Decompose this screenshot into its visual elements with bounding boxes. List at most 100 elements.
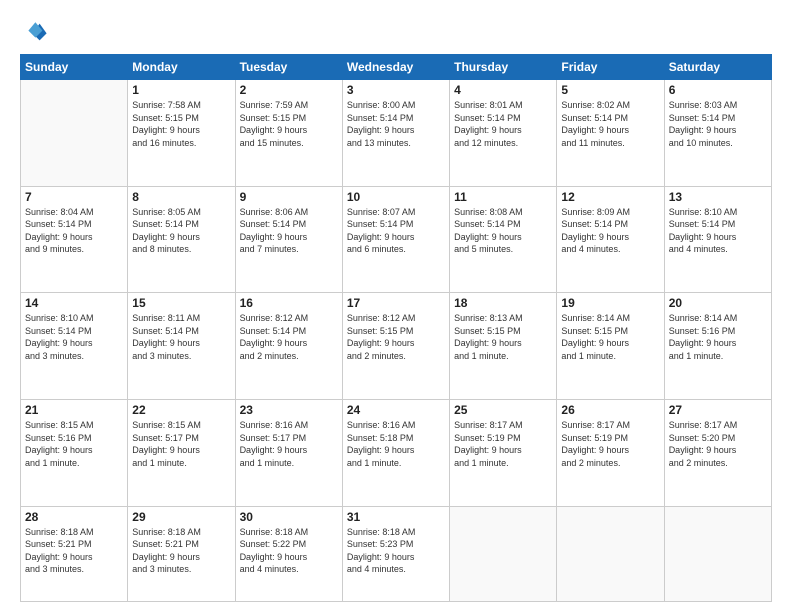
cell-info: Sunrise: 8:15 AM Sunset: 5:17 PM Dayligh… bbox=[132, 419, 230, 469]
calendar-cell: 5 Sunrise: 8:02 AM Sunset: 5:14 PM Daylig… bbox=[557, 80, 664, 187]
calendar-cell: 27 Sunrise: 8:17 AM Sunset: 5:20 PM Dayli… bbox=[664, 399, 771, 506]
day-number: 12 bbox=[561, 190, 659, 204]
calendar-cell: 28 Sunrise: 8:18 AM Sunset: 5:21 PM Dayli… bbox=[21, 506, 128, 601]
cell-info: Sunrise: 8:00 AM Sunset: 5:14 PM Dayligh… bbox=[347, 99, 445, 149]
logo bbox=[20, 18, 52, 46]
day-number: 10 bbox=[347, 190, 445, 204]
day-number: 25 bbox=[454, 403, 552, 417]
cell-info: Sunrise: 8:17 AM Sunset: 5:19 PM Dayligh… bbox=[454, 419, 552, 469]
day-number: 18 bbox=[454, 296, 552, 310]
cell-info: Sunrise: 8:09 AM Sunset: 5:14 PM Dayligh… bbox=[561, 206, 659, 256]
calendar-cell: 15 Sunrise: 8:11 AM Sunset: 5:14 PM Dayli… bbox=[128, 293, 235, 400]
day-number: 19 bbox=[561, 296, 659, 310]
calendar-cell: 21 Sunrise: 8:15 AM Sunset: 5:16 PM Dayli… bbox=[21, 399, 128, 506]
weekday-header-sunday: Sunday bbox=[21, 55, 128, 80]
cell-info: Sunrise: 8:16 AM Sunset: 5:18 PM Dayligh… bbox=[347, 419, 445, 469]
week-row-1: 1 Sunrise: 7:58 AM Sunset: 5:15 PM Daylig… bbox=[21, 80, 772, 187]
calendar-cell: 6Sunrise: 8:03 AM Sunset: 5:14 PM Daylig… bbox=[664, 80, 771, 187]
day-number: 31 bbox=[347, 510, 445, 524]
day-number: 14 bbox=[25, 296, 123, 310]
day-number: 26 bbox=[561, 403, 659, 417]
cell-info: Sunrise: 8:18 AM Sunset: 5:21 PM Dayligh… bbox=[132, 526, 230, 576]
calendar-cell: 1 Sunrise: 7:58 AM Sunset: 5:15 PM Daylig… bbox=[128, 80, 235, 187]
day-number: 9 bbox=[240, 190, 338, 204]
calendar-cell: 3Sunrise: 8:00 AM Sunset: 5:14 PM Daylig… bbox=[342, 80, 449, 187]
cell-info: Sunrise: 8:07 AM Sunset: 5:14 PM Dayligh… bbox=[347, 206, 445, 256]
cell-info: Sunrise: 8:15 AM Sunset: 5:16 PM Dayligh… bbox=[25, 419, 123, 469]
calendar-cell: 12 Sunrise: 8:09 AM Sunset: 5:14 PM Dayli… bbox=[557, 186, 664, 293]
cell-info: Sunrise: 8:13 AM Sunset: 5:15 PM Dayligh… bbox=[454, 312, 552, 362]
cell-info: Sunrise: 8:10 AM Sunset: 5:14 PM Dayligh… bbox=[669, 206, 767, 256]
calendar-cell: 26Sunrise: 8:17 AM Sunset: 5:19 PM Dayli… bbox=[557, 399, 664, 506]
cell-info: Sunrise: 8:10 AM Sunset: 5:14 PM Dayligh… bbox=[25, 312, 123, 362]
calendar-cell: 18 Sunrise: 8:13 AM Sunset: 5:15 PM Dayli… bbox=[450, 293, 557, 400]
day-number: 1 bbox=[132, 83, 230, 97]
day-number: 27 bbox=[669, 403, 767, 417]
cell-info: Sunrise: 8:04 AM Sunset: 5:14 PM Dayligh… bbox=[25, 206, 123, 256]
day-number: 23 bbox=[240, 403, 338, 417]
calendar-table: SundayMondayTuesdayWednesdayThursdayFrid… bbox=[20, 54, 772, 602]
calendar-cell: 22 Sunrise: 8:15 AM Sunset: 5:17 PM Dayli… bbox=[128, 399, 235, 506]
cell-info: Sunrise: 8:12 AM Sunset: 5:15 PM Dayligh… bbox=[347, 312, 445, 362]
calendar-cell: 2Sunrise: 7:59 AM Sunset: 5:15 PM Daylig… bbox=[235, 80, 342, 187]
weekday-header-monday: Monday bbox=[128, 55, 235, 80]
page: SundayMondayTuesdayWednesdayThursdayFrid… bbox=[0, 0, 792, 612]
cell-info: Sunrise: 8:16 AM Sunset: 5:17 PM Dayligh… bbox=[240, 419, 338, 469]
day-number: 30 bbox=[240, 510, 338, 524]
week-row-5: 28 Sunrise: 8:18 AM Sunset: 5:21 PM Dayli… bbox=[21, 506, 772, 601]
week-row-2: 7 Sunrise: 8:04 AM Sunset: 5:14 PM Daylig… bbox=[21, 186, 772, 293]
day-number: 13 bbox=[669, 190, 767, 204]
day-number: 28 bbox=[25, 510, 123, 524]
calendar-cell bbox=[21, 80, 128, 187]
cell-info: Sunrise: 8:08 AM Sunset: 5:14 PM Dayligh… bbox=[454, 206, 552, 256]
calendar-cell bbox=[450, 506, 557, 601]
day-number: 21 bbox=[25, 403, 123, 417]
calendar-cell: 13 Sunrise: 8:10 AM Sunset: 5:14 PM Dayli… bbox=[664, 186, 771, 293]
cell-info: Sunrise: 8:18 AM Sunset: 5:21 PM Dayligh… bbox=[25, 526, 123, 576]
weekday-header-saturday: Saturday bbox=[664, 55, 771, 80]
calendar-cell: 11 Sunrise: 8:08 AM Sunset: 5:14 PM Dayli… bbox=[450, 186, 557, 293]
day-number: 16 bbox=[240, 296, 338, 310]
cell-info: Sunrise: 7:59 AM Sunset: 5:15 PM Dayligh… bbox=[240, 99, 338, 149]
cell-info: Sunrise: 7:58 AM Sunset: 5:15 PM Dayligh… bbox=[132, 99, 230, 149]
calendar-cell: 31Sunrise: 8:18 AM Sunset: 5:23 PM Dayli… bbox=[342, 506, 449, 601]
day-number: 7 bbox=[25, 190, 123, 204]
cell-info: Sunrise: 8:12 AM Sunset: 5:14 PM Dayligh… bbox=[240, 312, 338, 362]
cell-info: Sunrise: 8:02 AM Sunset: 5:14 PM Dayligh… bbox=[561, 99, 659, 149]
day-number: 22 bbox=[132, 403, 230, 417]
day-number: 5 bbox=[561, 83, 659, 97]
cell-info: Sunrise: 8:05 AM Sunset: 5:14 PM Dayligh… bbox=[132, 206, 230, 256]
weekday-header-wednesday: Wednesday bbox=[342, 55, 449, 80]
day-number: 15 bbox=[132, 296, 230, 310]
cell-info: Sunrise: 8:11 AM Sunset: 5:14 PM Dayligh… bbox=[132, 312, 230, 362]
weekday-header-row: SundayMondayTuesdayWednesdayThursdayFrid… bbox=[21, 55, 772, 80]
cell-info: Sunrise: 8:14 AM Sunset: 5:16 PM Dayligh… bbox=[669, 312, 767, 362]
calendar-cell: 29 Sunrise: 8:18 AM Sunset: 5:21 PM Dayli… bbox=[128, 506, 235, 601]
calendar-cell: 7 Sunrise: 8:04 AM Sunset: 5:14 PM Daylig… bbox=[21, 186, 128, 293]
calendar-cell: 19 Sunrise: 8:14 AM Sunset: 5:15 PM Dayli… bbox=[557, 293, 664, 400]
day-number: 4 bbox=[454, 83, 552, 97]
cell-info: Sunrise: 8:03 AM Sunset: 5:14 PM Dayligh… bbox=[669, 99, 767, 149]
calendar-cell: 4 Sunrise: 8:01 AM Sunset: 5:14 PM Daylig… bbox=[450, 80, 557, 187]
calendar-cell: 17 Sunrise: 8:12 AM Sunset: 5:15 PM Dayli… bbox=[342, 293, 449, 400]
day-number: 24 bbox=[347, 403, 445, 417]
day-number: 8 bbox=[132, 190, 230, 204]
day-number: 29 bbox=[132, 510, 230, 524]
calendar-cell: 23 Sunrise: 8:16 AM Sunset: 5:17 PM Dayli… bbox=[235, 399, 342, 506]
calendar-cell: 16 Sunrise: 8:12 AM Sunset: 5:14 PM Dayli… bbox=[235, 293, 342, 400]
cell-info: Sunrise: 8:06 AM Sunset: 5:14 PM Dayligh… bbox=[240, 206, 338, 256]
calendar-cell: 30Sunrise: 8:18 AM Sunset: 5:22 PM Dayli… bbox=[235, 506, 342, 601]
cell-info: Sunrise: 8:14 AM Sunset: 5:15 PM Dayligh… bbox=[561, 312, 659, 362]
calendar-cell bbox=[557, 506, 664, 601]
calendar-cell: 10 Sunrise: 8:07 AM Sunset: 5:14 PM Dayli… bbox=[342, 186, 449, 293]
day-number: 11 bbox=[454, 190, 552, 204]
calendar-cell: 25 Sunrise: 8:17 AM Sunset: 5:19 PM Dayli… bbox=[450, 399, 557, 506]
calendar-cell: 8 Sunrise: 8:05 AM Sunset: 5:14 PM Daylig… bbox=[128, 186, 235, 293]
weekday-header-thursday: Thursday bbox=[450, 55, 557, 80]
weekday-header-tuesday: Tuesday bbox=[235, 55, 342, 80]
calendar-cell: 9 Sunrise: 8:06 AM Sunset: 5:14 PM Daylig… bbox=[235, 186, 342, 293]
cell-info: Sunrise: 8:17 AM Sunset: 5:20 PM Dayligh… bbox=[669, 419, 767, 469]
logo-icon bbox=[20, 18, 48, 46]
cell-info: Sunrise: 8:01 AM Sunset: 5:14 PM Dayligh… bbox=[454, 99, 552, 149]
day-number: 17 bbox=[347, 296, 445, 310]
